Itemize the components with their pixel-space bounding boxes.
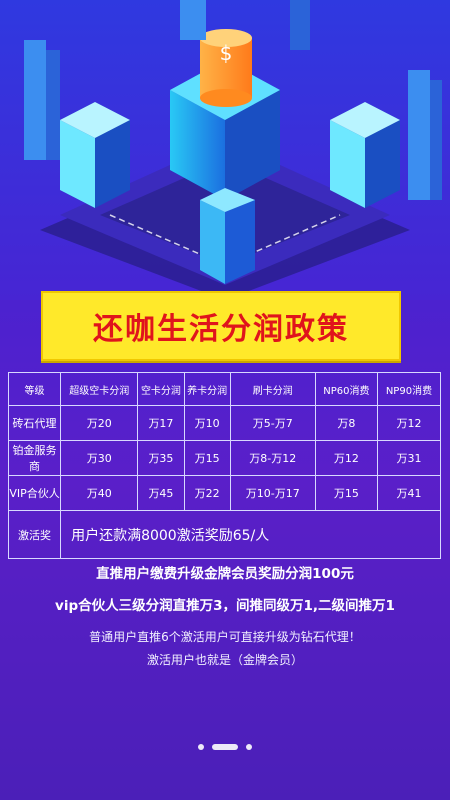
table-row-bonus: 激活奖 用户还款满8000激活奖励65/人 — [7, 510, 441, 559]
table-cell: 万15 — [183, 440, 231, 476]
table-cell: 万15 — [314, 475, 378, 511]
title-banner: 还咖生活分润政策 — [41, 291, 401, 361]
table-row: VIP合伙人 万40 万45 万22 万10-万17 万15 万41 — [7, 475, 442, 511]
note-line: 直推用户缴费升级金牌会员奖励分润100元 — [96, 566, 354, 582]
table-cell: 万8 — [314, 405, 378, 441]
carousel-dot[interactable] — [198, 744, 204, 750]
table-cell: 万5-万7 — [229, 405, 316, 441]
hero-illustration: $ — [0, 0, 450, 300]
carousel-dot-active[interactable] — [212, 744, 238, 750]
table-header: NP90消费 — [376, 372, 442, 406]
table-cell: 万20 — [60, 405, 139, 441]
note-line: vip合伙人三级分润直推万3，间推同级万1,二级间推万1 — [55, 598, 395, 614]
table-cell: 万45 — [137, 475, 185, 511]
table-header-row: 等级 超级空卡分润 空卡分润 养卡分润 刷卡分润 NP60消费 NP90消费 — [7, 372, 442, 406]
policy-notes: 直推用户缴费升级金牌会员奖励分润100元 vip合伙人三级分润直推万3，间推同级… — [0, 560, 450, 668]
carousel-dot[interactable] — [246, 744, 252, 750]
table-cell: 万40 — [60, 475, 139, 511]
table-row: 铂金服务商 万30 万35 万15 万8-万12 万12 万31 — [7, 440, 442, 476]
table-header: 超级空卡分润 — [60, 372, 139, 406]
bonus-label: 激活奖 — [7, 510, 62, 559]
table-cell: 万17 — [137, 405, 185, 441]
table-cell: VIP合伙人 — [7, 475, 62, 511]
policy-table: 等级 超级空卡分润 空卡分润 养卡分润 刷卡分润 NP60消费 NP90消费 砖… — [7, 372, 442, 559]
svg-text:$: $ — [220, 41, 233, 65]
bonus-text: 用户还款满8000激活奖励65/人 — [60, 510, 441, 559]
table-cell: 万10-万17 — [229, 475, 316, 511]
table-header: 等级 — [7, 372, 62, 406]
table-header: 养卡分润 — [183, 372, 231, 406]
table-header: 刷卡分润 — [229, 372, 316, 406]
table-cell: 万10 — [183, 405, 231, 441]
table-cell: 万35 — [137, 440, 185, 476]
note-line: 普通用户直推6个激活用户可直接升级为钻石代理！ — [89, 630, 361, 644]
table-cell: 万12 — [376, 405, 442, 441]
note-line: 激活用户也就是（金牌会员） — [146, 653, 303, 667]
carousel-indicator[interactable] — [0, 744, 450, 750]
table-cell: 万41 — [376, 475, 442, 511]
table-cell: 万31 — [376, 440, 442, 476]
table-cell: 万22 — [183, 475, 231, 511]
table-header: 空卡分润 — [137, 372, 185, 406]
table-cell: 万8-万12 — [229, 440, 316, 476]
table-cell: 万30 — [60, 440, 139, 476]
table-header: NP60消费 — [314, 372, 378, 406]
page-title: 还咖生活分润政策 — [93, 312, 349, 347]
table-cell: 万12 — [314, 440, 378, 476]
table-row: 砖石代理 万20 万17 万10 万5-万7 万8 万12 — [7, 405, 442, 441]
table-cell: 砖石代理 — [7, 405, 62, 441]
table-cell: 铂金服务商 — [7, 440, 62, 476]
